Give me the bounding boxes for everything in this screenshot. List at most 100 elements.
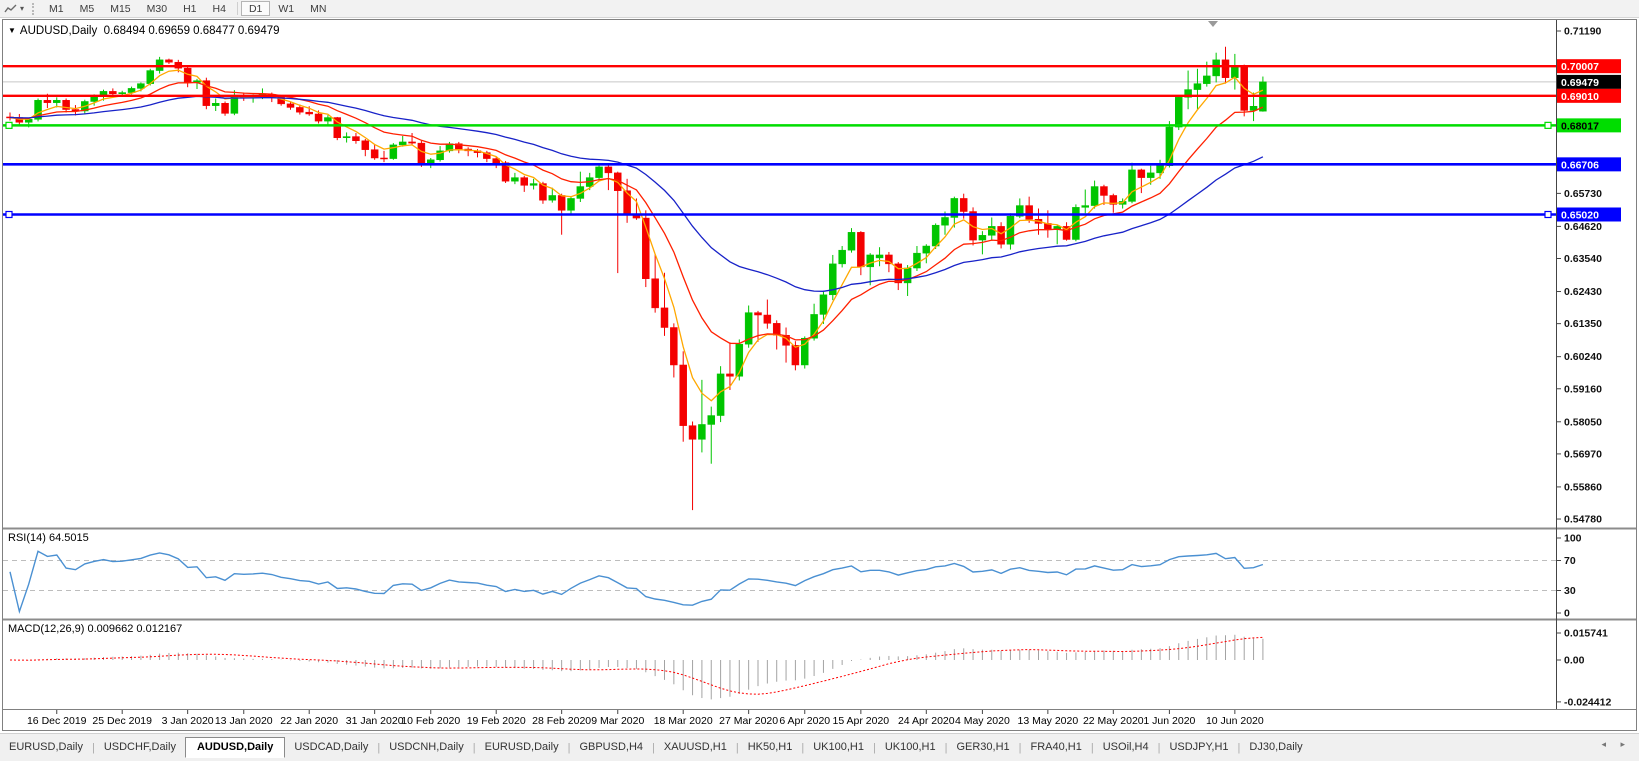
rsi-axis-label: 70 (1564, 555, 1576, 567)
rsi-axis-label: 30 (1564, 585, 1576, 597)
candle-body (970, 212, 977, 241)
rsi-indicator-label: RSI(14) 64.5015 (8, 532, 89, 544)
date-axis-label: 31 Jan 2020 (346, 715, 404, 727)
candle-body (558, 195, 565, 210)
candle-body (362, 141, 369, 150)
candle-body (1175, 97, 1182, 127)
date-axis-label: 13 May 2020 (1017, 715, 1078, 727)
price-axis-label: 0.59160 (1564, 383, 1602, 395)
candle-body (1213, 60, 1220, 76)
price-axis-label: 0.56970 (1564, 448, 1602, 460)
candle-body (755, 313, 762, 315)
price-badge-label: 0.68017 (1561, 120, 1599, 132)
date-axis-label: 3 Jan 2020 (162, 715, 214, 727)
date-axis-label: 10 Feb 2020 (401, 715, 460, 727)
candle-body (689, 426, 696, 440)
candle-body (109, 91, 116, 93)
chart-title: ▼ AUDUSD,Daily 0.68494 0.69659 0.68477 0.… (8, 25, 280, 37)
candle-body (624, 191, 631, 215)
macd-indicator-label: MACD(12,26,9) 0.009662 0.012167 (8, 623, 182, 635)
candle-body (530, 184, 537, 186)
candle-body (726, 374, 733, 376)
candle-body (1222, 60, 1229, 78)
candle-body (698, 424, 705, 439)
price-axis-label: 0.58050 (1564, 416, 1602, 428)
candle-body (988, 226, 995, 235)
chart-title-ohlc: 0.68494 0.69659 0.68477 0.69479 (104, 25, 280, 37)
candle-body (1203, 76, 1210, 84)
chart-shift-marker-icon[interactable] (1208, 21, 1218, 27)
candle-body (324, 118, 331, 122)
candle-body (792, 345, 799, 365)
date-axis-label: 1 Jun 2020 (1143, 715, 1195, 727)
candle-body (315, 114, 322, 121)
candle-body (399, 142, 406, 145)
candle-body (605, 167, 612, 173)
candle-body (1007, 216, 1014, 244)
candle-body (296, 107, 303, 112)
date-axis-label: 10 Jun 2020 (1206, 715, 1264, 727)
price-badge-label: 0.69479 (1561, 77, 1599, 89)
rsi-axis-label: 0 (1564, 608, 1570, 620)
candle-body (1100, 187, 1107, 196)
candle-body (596, 167, 603, 178)
price-axis-label: 0.64620 (1564, 221, 1602, 233)
candle-body (119, 93, 126, 94)
candle-body (960, 198, 967, 211)
price-badge-label: 0.69010 (1561, 91, 1599, 103)
hline-handle[interactable] (1545, 211, 1551, 217)
date-axis-label: 6 Apr 2020 (779, 715, 830, 727)
candle-body (857, 232, 864, 266)
candle-body (1194, 84, 1201, 90)
candle-body (521, 178, 528, 186)
candle-body (222, 103, 229, 113)
price-badge-label: 0.66706 (1561, 159, 1599, 171)
price-axis-label: 0.63540 (1564, 253, 1602, 265)
chart-title-symbol: AUDUSD,Daily (20, 25, 97, 37)
chart-canvas[interactable]: 0.711900.679200.657300.646200.635400.624… (0, 0, 1639, 761)
date-axis-label: 28 Feb 2020 (532, 715, 591, 727)
date-axis-label: 9 Mar 2020 (591, 715, 644, 727)
candle-body (371, 150, 378, 158)
candle-body (885, 255, 892, 264)
macd-axis-label: -0.024412 (1564, 696, 1611, 708)
hline-handle[interactable] (6, 122, 12, 128)
candle-body (1026, 206, 1033, 220)
candle-body (979, 235, 986, 240)
candle-body (53, 100, 60, 102)
chart-dropdown-icon: ▼ (8, 26, 16, 35)
date-axis-label: 25 Dec 2019 (92, 715, 152, 727)
price-badge-label: 0.70007 (1561, 61, 1599, 73)
candle-body (549, 195, 556, 200)
candle-body (1129, 170, 1136, 202)
macd-axis-label: 0.00 (1564, 655, 1585, 667)
candle-body (568, 198, 575, 210)
candle-body (923, 246, 930, 253)
candle-body (1231, 66, 1238, 78)
price-axis-label: 0.65730 (1564, 188, 1602, 200)
candle-body (942, 217, 949, 225)
macd-axis-label: 0.015741 (1564, 627, 1608, 639)
date-axis-label: 13 Jan 2020 (215, 715, 273, 727)
candle-body (409, 142, 416, 143)
date-axis-label: 24 Apr 2020 (898, 715, 955, 727)
date-axis-label: 16 Dec 2019 (27, 715, 87, 727)
candle-body (1138, 170, 1145, 178)
candle-body (652, 279, 659, 308)
hline-handle[interactable] (1545, 122, 1551, 128)
candle-body (661, 308, 668, 328)
candle-body (876, 255, 883, 258)
candle-body (44, 100, 51, 102)
date-axis-label: 22 Jan 2020 (280, 715, 338, 727)
price-badge-label: 0.65020 (1561, 209, 1599, 221)
date-axis-label: 4 May 2020 (955, 715, 1010, 727)
candle-body (764, 315, 771, 323)
candle-body (680, 365, 687, 426)
rsi-axis-label: 100 (1564, 533, 1582, 545)
candle-body (212, 103, 219, 105)
candle-body (418, 143, 425, 164)
candle-body (1147, 173, 1154, 178)
date-axis-label: 15 Apr 2020 (833, 715, 890, 727)
candle-body (913, 253, 920, 268)
hline-handle[interactable] (6, 211, 12, 217)
